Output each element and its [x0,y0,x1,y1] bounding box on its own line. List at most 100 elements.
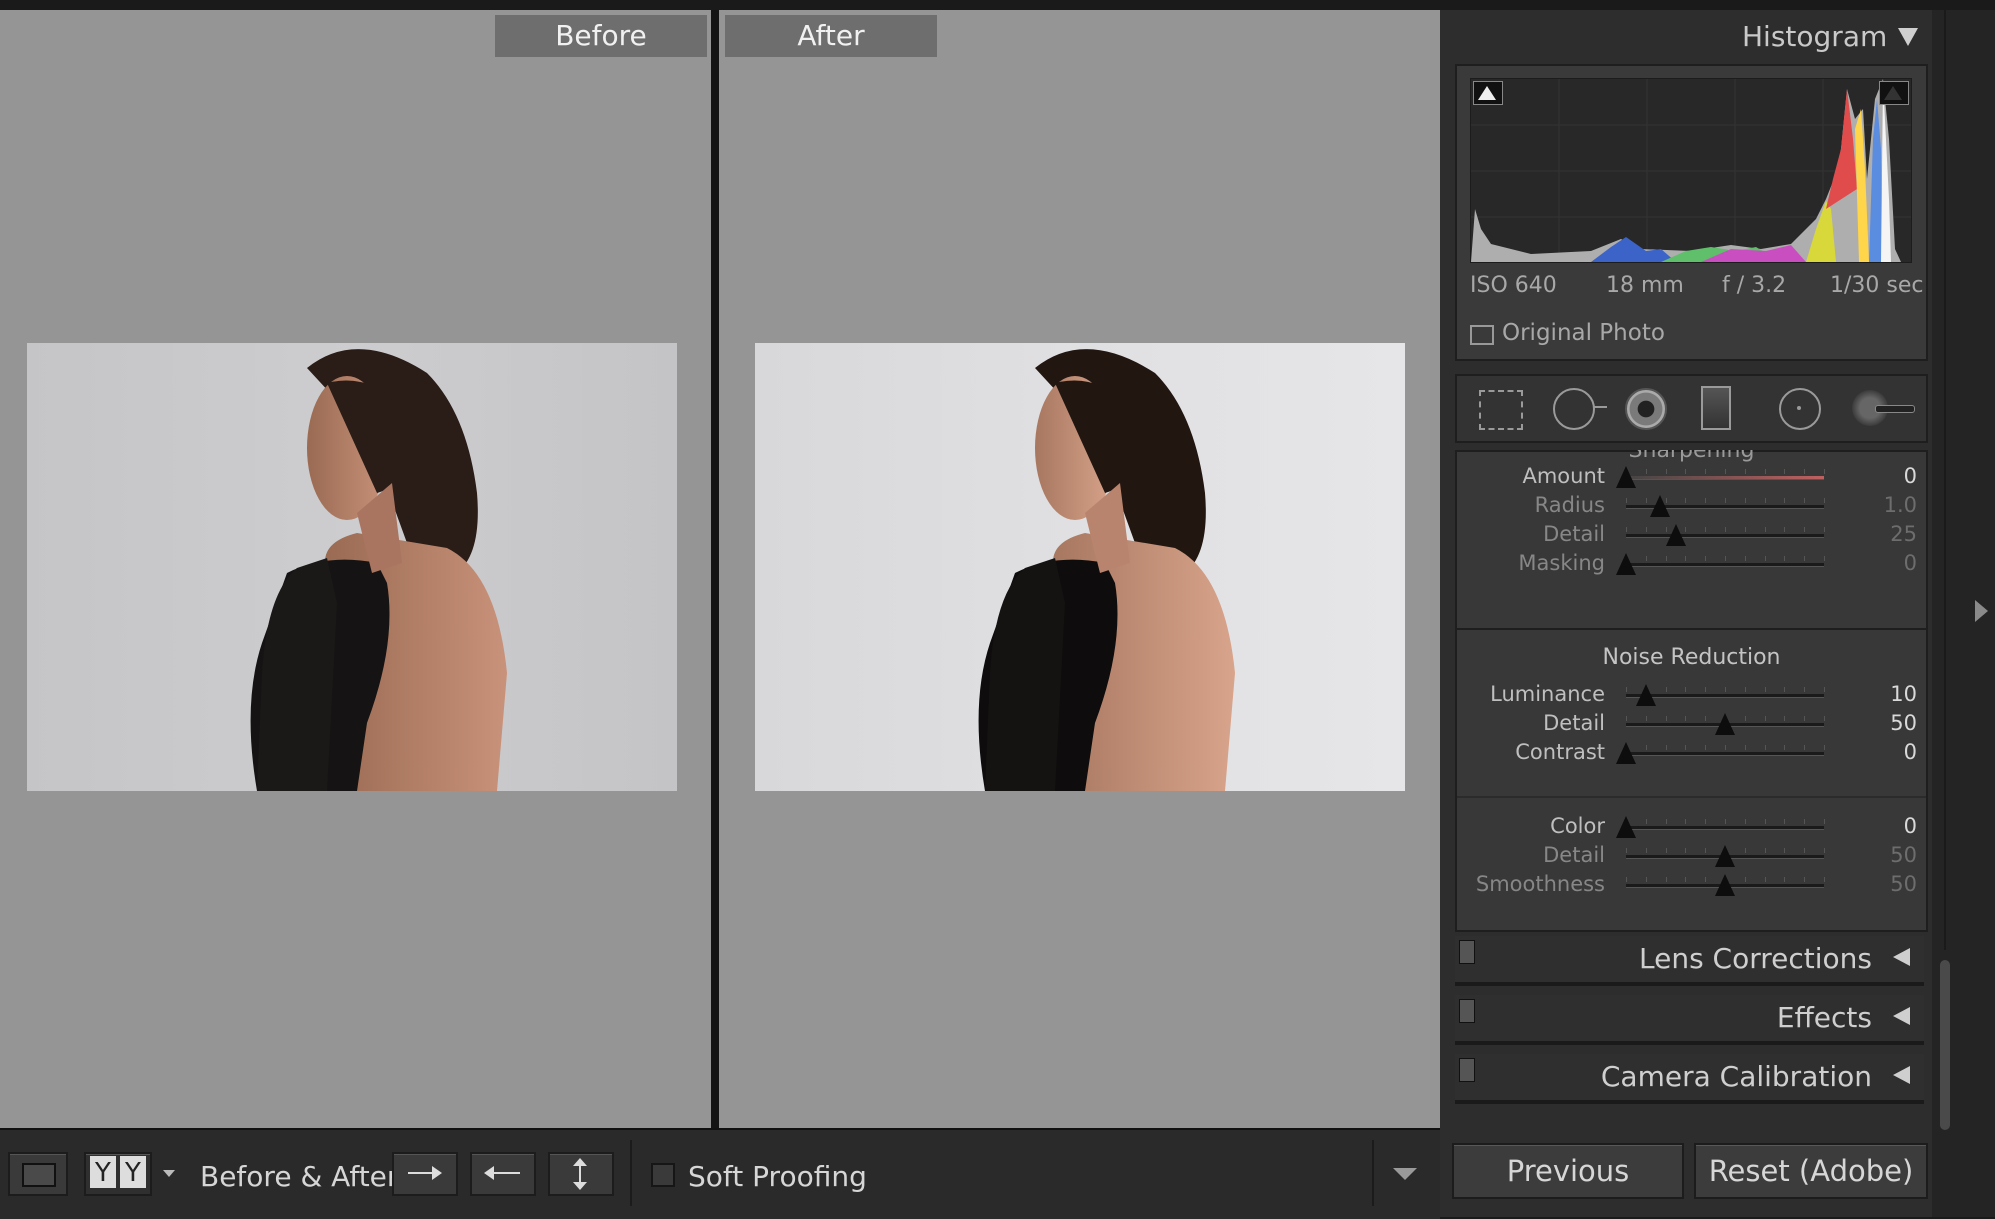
slider-tick [1744,687,1746,692]
slider-tick [1725,819,1726,824]
slider-tick [1645,469,1647,474]
sharpening-value[interactable]: 1.0 [1847,493,1917,517]
toolbar-menu-chevron-icon[interactable] [1393,1168,1417,1180]
swap-before-after-button[interactable] [548,1152,614,1196]
noise-luminance-value[interactable]: 0 [1847,740,1917,764]
noise-color-slider-thumb[interactable] [1616,816,1636,838]
slider-tick [1744,819,1746,824]
exif-iso: ISO 640 [1470,273,1557,298]
panel-lens-corrections[interactable]: Lens Corrections [1455,936,1924,986]
original-photo-checkbox[interactable] [1470,325,1494,345]
before-after-mode-button[interactable]: Y Y [84,1152,152,1196]
slider-tick [1725,527,1726,532]
noise-luminance-slider-thumb[interactable] [1715,713,1735,735]
sharpening-slider[interactable] [1626,469,1825,480]
copy-before-to-after-button[interactable] [392,1152,458,1196]
sharpening-slider-thumb[interactable] [1616,466,1636,488]
panel-scrollbar-thumb[interactable] [1940,960,1950,1130]
slider-tick [1744,745,1746,750]
noise-color-slider-thumb[interactable] [1715,874,1735,896]
slider-tick [1784,716,1786,721]
slider-tick [1705,877,1707,882]
noise-color-slider[interactable] [1626,819,1825,830]
slider-tick [1685,687,1687,692]
spot-removal-icon[interactable] [1553,388,1595,430]
exif-shutter: 1/30 sec [1830,273,1924,298]
noise-color-value[interactable]: 50 [1847,872,1917,896]
slider-tick [1804,469,1806,474]
crop-overlay-icon[interactable] [1479,390,1523,430]
soft-proofing-checkbox[interactable] [651,1163,675,1187]
reset-adobe-button[interactable]: Reset (Adobe) [1694,1143,1928,1199]
histogram-graph[interactable] [1470,78,1912,263]
slider-tick [1784,819,1786,824]
slider-tick [1645,716,1647,721]
sharpening-slider[interactable] [1626,527,1825,538]
histogram-title[interactable]: Histogram [1742,20,1887,53]
noise-color-value[interactable]: 50 [1847,843,1917,867]
before-photo[interactable] [27,343,677,791]
sharpening-section: Sharpening Amount 0 Radius 1.0 Detail 25 Maski… [1455,450,1928,630]
slider-tick [1764,498,1766,503]
before-after-dropdown-icon[interactable] [163,1170,175,1177]
slider-tick [1665,716,1667,721]
slider-tick [1804,877,1806,882]
slider-tick [1725,498,1726,503]
graduated-filter-icon[interactable] [1701,386,1731,430]
slider-tick [1685,469,1687,474]
sharpening-value[interactable]: 0 [1847,551,1917,575]
slider-tick [1665,745,1667,750]
noise-luminance-slider-thumb[interactable] [1616,742,1636,764]
sharpening-value[interactable]: 25 [1847,522,1917,546]
slider-tick [1784,745,1786,750]
slider-tick [1705,819,1707,824]
red-eye-icon[interactable] [1625,388,1667,430]
slider-tick [1784,687,1786,692]
noise-color-value[interactable]: 0 [1847,814,1917,838]
sharpening-slider-thumb[interactable] [1616,553,1636,575]
slider-tick [1705,527,1707,532]
slider-tick [1645,498,1647,503]
sharpening-label: Radius [1534,493,1605,517]
slider-tick [1804,848,1806,853]
expand-arrow-icon[interactable] [1893,1066,1910,1084]
slider-tick [1824,687,1825,692]
copy-after-to-before-button[interactable] [470,1152,536,1196]
expand-arrow-icon[interactable] [1893,948,1910,966]
slider-tick [1685,498,1687,503]
noise-luminance-value[interactable]: 50 [1847,711,1917,735]
slider-tick [1824,716,1825,721]
noise-luminance-slider[interactable] [1626,745,1825,756]
slider-tick [1824,556,1825,561]
panel-toggle-switch[interactable] [1459,940,1475,964]
previous-button[interactable]: Previous [1452,1143,1684,1199]
slider-tick [1626,716,1627,721]
exif-focal-length: 18 mm [1606,273,1684,298]
slider-tick [1685,527,1687,532]
histogram-collapse-icon[interactable] [1898,28,1918,46]
slider-tick [1626,687,1627,692]
sharpening-slider-thumb[interactable] [1665,524,1686,546]
panel-camera-calibration[interactable]: Camera Calibration [1455,1054,1924,1104]
noise-luminance-slider-thumb[interactable] [1635,684,1656,706]
slider-tick [1725,745,1726,750]
sharpening-slider-thumb[interactable] [1649,495,1670,517]
slider-tick [1764,716,1766,721]
panel-toggle-switch[interactable] [1459,999,1475,1023]
after-photo[interactable] [755,343,1405,791]
noise-reduction-section: Noise Reduction Luminance 10 Detail 50 Contr… [1455,628,1928,932]
slider-tick [1764,527,1766,532]
noise-luminance-label: Luminance [1490,682,1605,706]
panel-effects[interactable]: Effects [1455,995,1924,1045]
view-mode-button[interactable] [8,1152,68,1196]
panel-scrollbar-track[interactable] [1944,10,1946,950]
sharpening-slider[interactable] [1626,556,1825,567]
sharpening-value[interactable]: 0 [1847,464,1917,488]
expand-arrow-icon[interactable] [1893,1007,1910,1025]
noise-luminance-label: Contrast [1515,740,1605,764]
slider-tick [1804,687,1806,692]
expand-right-panel-icon[interactable] [1975,600,1988,622]
panel-toggle-switch[interactable] [1459,1058,1475,1082]
noise-color-slider-thumb[interactable] [1715,845,1735,867]
noise-luminance-value[interactable]: 10 [1847,682,1917,706]
